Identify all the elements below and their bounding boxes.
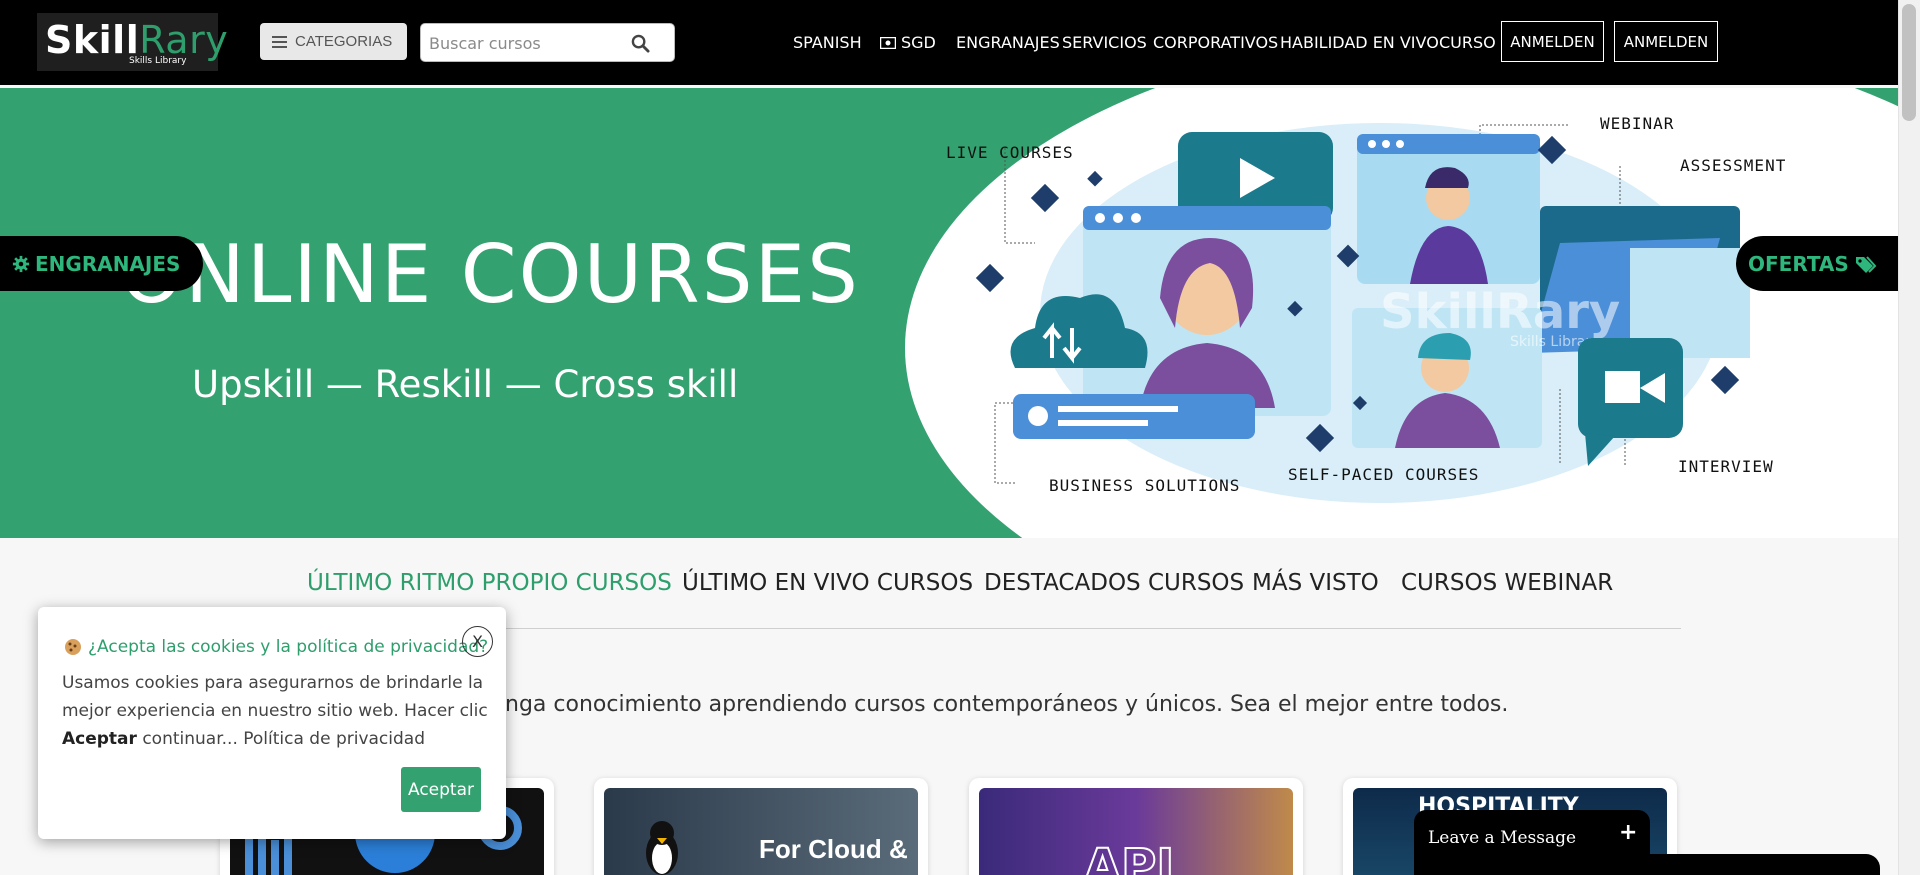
tab-destacados[interactable]: DESTACADOS CURSOS (984, 570, 1244, 596)
banner-subtitle: Upskill — Reskill — Cross skill (192, 363, 739, 406)
search-box (420, 23, 675, 62)
nav-curso[interactable]: CURSO (1439, 33, 1496, 52)
cookie-message: Usamos cookies para asegurarnos de brind… (62, 673, 488, 749)
engranajes-side-button[interactable]: ENGRANAJES (0, 236, 203, 291)
course-tabs: ÚLTIMO RITMO PROPIO CURSOS ÚLTIMO EN VIV… (0, 570, 1898, 610)
label-interview: INTERVIEW (1678, 457, 1774, 476)
svg-text:API: API (1084, 839, 1174, 875)
top-nav-bar: SkillRary Skills Library CATEGORIAS SPAN… (0, 0, 1898, 85)
nav-engranajes[interactable]: ENGRANAJES (956, 33, 1060, 52)
currency-selector[interactable]: SGD (880, 33, 936, 52)
logo-subtitle: Skills Library (129, 56, 187, 66)
cookie-title: ¿Acepta las cookies y la política de pri… (64, 637, 488, 657)
label-assessment: ASSESSMENT (1680, 156, 1787, 175)
tab-ultimo-en-vivo[interactable]: ÚLTIMO EN VIVO CURSOS (682, 570, 973, 596)
tab-mas-visto[interactable]: MÁS VISTO (1252, 570, 1379, 596)
register-button[interactable]: ANMELDEN (1614, 21, 1718, 62)
plus-icon[interactable]: + (1619, 820, 1637, 845)
search-input[interactable] (429, 32, 629, 54)
money-icon (880, 36, 896, 49)
privacy-policy-link[interactable]: Política de privacidad (243, 729, 425, 749)
search-icon[interactable] (631, 34, 650, 53)
categories-label: CATEGORIAS (295, 33, 393, 50)
categories-button[interactable]: CATEGORIAS (260, 23, 407, 60)
svg-text:For Cloud &: For Cloud & (759, 834, 908, 864)
label-self-paced-courses: SELF-PACED COURSES (1288, 465, 1480, 484)
skillrary-logo[interactable]: SkillRary Skills Library (37, 13, 228, 71)
course-card[interactable]: For Cloud & (594, 778, 928, 875)
course-thumbnail: For Cloud & (604, 788, 918, 875)
nav-habilidad-en-vivo[interactable]: HABILIDAD EN VIVO (1280, 33, 1439, 52)
course-thumbnail: API (979, 788, 1293, 875)
chat-bar-extension (1650, 854, 1880, 875)
label-business-solutions: BUSINESS SOLUTIONS (1049, 476, 1241, 495)
scrollbar-thumb[interactable] (1902, 4, 1916, 121)
label-live-courses: LIVE COURSES (946, 143, 1074, 162)
section-tagline: nga conocimiento aprendiendo cursos cont… (505, 692, 1509, 717)
menu-icon (272, 35, 287, 48)
cookie-consent-dialog: ¿Acepta las cookies y la política de pri… (38, 607, 506, 839)
nav-servicios[interactable]: SERVICIOS (1062, 33, 1147, 52)
hero-banner[interactable]: ONLINE COURSES Upskill — Reskill — Cross… (0, 88, 1898, 538)
tab-ultimo-ritmo-propio[interactable]: ÚLTIMO RITMO PROPIO CURSOS (307, 570, 672, 596)
cookie-icon (65, 639, 81, 655)
course-card[interactable]: API (969, 778, 1303, 875)
nav-corporativos[interactable]: CORPORATIVOS (1153, 33, 1278, 52)
login-button[interactable]: ANMELDEN (1501, 21, 1604, 62)
svg-text:SkillRary: SkillRary (1380, 284, 1620, 340)
banner-title: ONLINE COURSES (120, 228, 860, 321)
close-icon[interactable]: X (462, 626, 493, 657)
accept-cookies-button[interactable]: Aceptar (401, 767, 481, 812)
language-selector[interactable]: SPANISH (793, 33, 862, 52)
leave-message-label: Leave a Message (1428, 828, 1577, 848)
page-scrollbar[interactable] (1898, 0, 1920, 875)
label-webinar: WEBINAR (1600, 114, 1675, 133)
leave-message-widget[interactable]: Leave a Message + (1414, 810, 1650, 875)
tab-cursos-webinar[interactable]: CURSOS WEBINAR (1401, 570, 1613, 596)
gear-icon (12, 255, 30, 272)
tags-icon (1855, 255, 1877, 273)
ofertas-side-button[interactable]: OFERTAS (1736, 236, 1900, 291)
